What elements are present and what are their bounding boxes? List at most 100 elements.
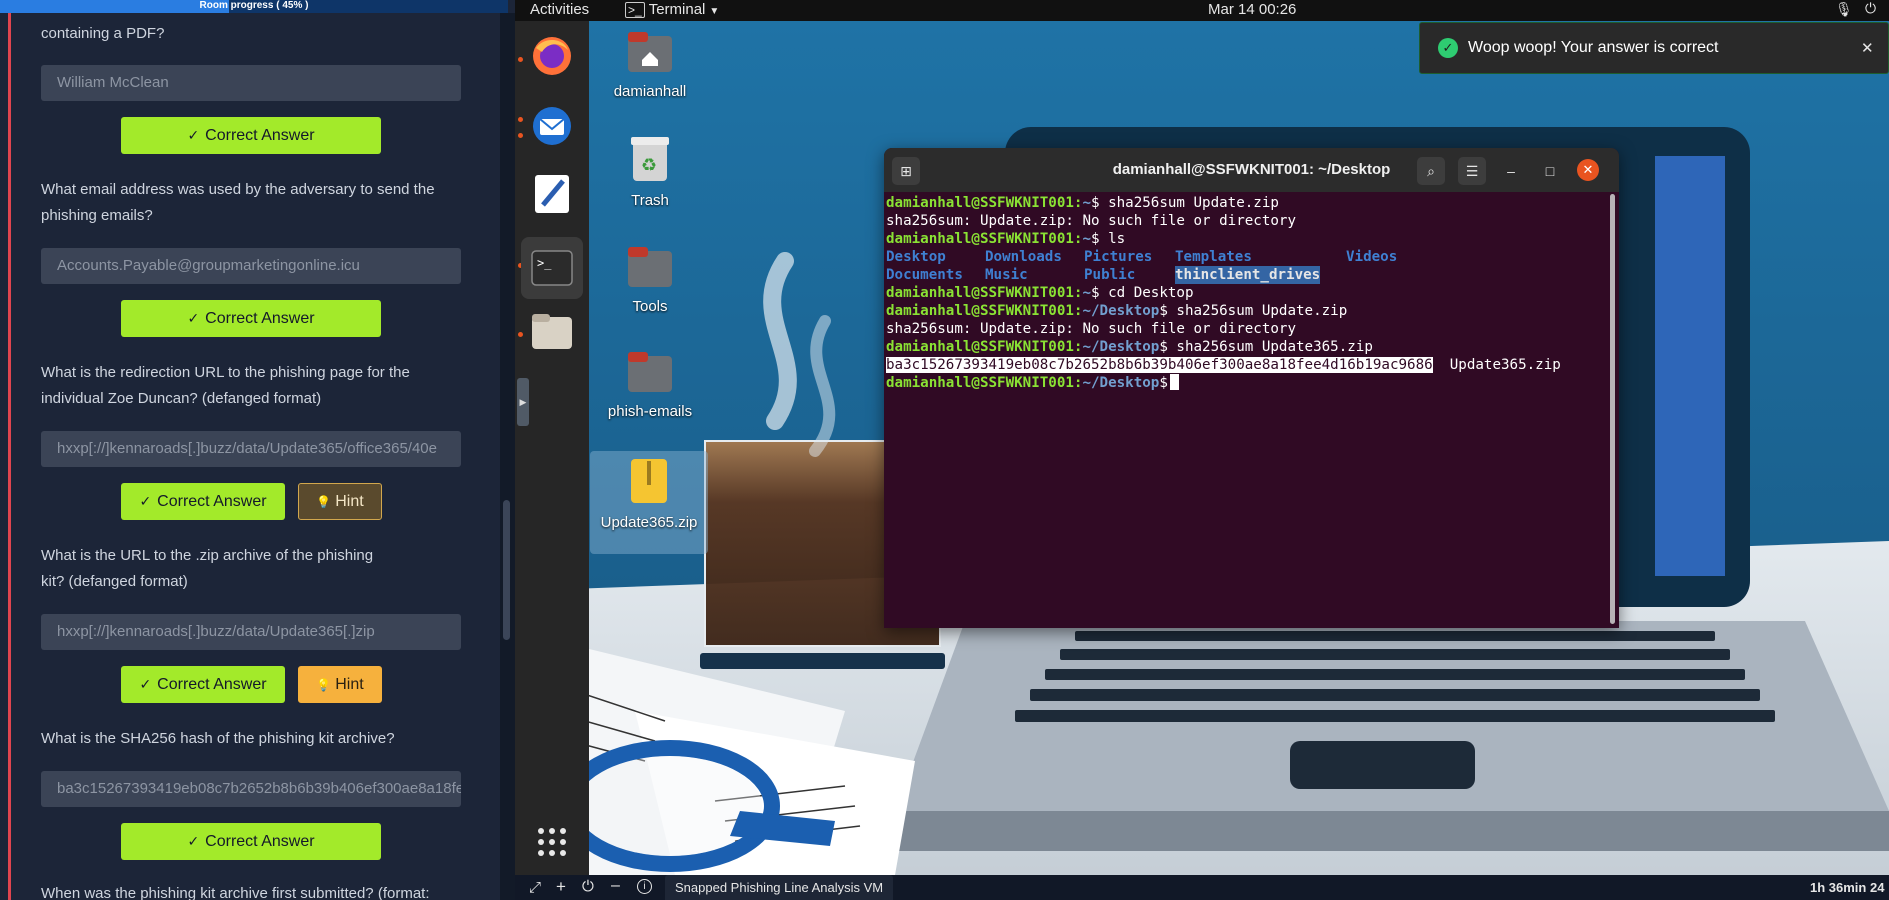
desktop-icon-home[interactable]: damianhall: [600, 30, 700, 100]
clock[interactable]: Mar 14 00:26: [1208, 1, 1296, 18]
mic-icon[interactable]: 🎙: [1835, 1, 1853, 18]
terminal-icon[interactable]: >_: [521, 237, 583, 299]
answer-field[interactable]: William McClean: [41, 65, 461, 101]
terminal-icon: >_: [625, 2, 645, 18]
ls-entry: thinclient_drives: [1175, 266, 1321, 284]
prompt-path: ~: [1082, 195, 1092, 211]
chevron-down-icon: ▼: [709, 6, 720, 17]
panel-scrollbar[interactable]: [500, 13, 515, 900]
command: $ ls: [1091, 231, 1126, 247]
question-text: What is the SHA256 hash of the phishing …: [41, 730, 395, 747]
prompt-path: ~/Desktop: [1082, 375, 1160, 391]
folder-icon: [628, 247, 672, 287]
correct-answer-button[interactable]: ✓ Correct Answer: [121, 823, 381, 860]
desktop-icon-label: phish-emails: [607, 403, 693, 420]
thunderbird-icon[interactable]: [527, 101, 577, 151]
app-menu-label: Terminal: [648, 1, 706, 18]
room-progress-text: Room progress ( 45% ): [199, 0, 309, 11]
answer-field[interactable]: hxxp[://]kennaroads[.]buzz/data/Update36…: [41, 431, 461, 467]
correct-answer-button[interactable]: ✓ Correct Answer: [121, 117, 381, 154]
terminal-scrollbar[interactable]: [1610, 194, 1615, 624]
files-icon[interactable]: [527, 307, 577, 357]
bulb-icon: 💡: [316, 495, 332, 509]
running-indicator: [518, 57, 523, 62]
button-label: Correct Answer: [157, 493, 267, 510]
prompt-user: damianhall@SSFWKNIT001: [886, 285, 1074, 301]
running-indicator: [518, 332, 523, 337]
terminal-window[interactable]: ⊞ damianhall@SSFWKNIT001: ~/Desktop ⌕ ☰ …: [884, 148, 1619, 628]
prompt-path: ~: [1082, 285, 1092, 301]
desktop-icon-label: Update365.zip: [600, 514, 698, 531]
correct-answer-button[interactable]: ✓ Correct Answer: [121, 666, 285, 703]
question-line: What is the URL to the .zip archive of t…: [41, 547, 374, 564]
sha256-hash-output[interactable]: ba3c15267393419eb08c7b2652b8b6b39b406ef3…: [886, 357, 1433, 373]
desktop-icon-tools[interactable]: Tools: [600, 245, 700, 315]
minimize-icon[interactable]: –: [611, 877, 620, 895]
bulb-icon: 💡: [316, 678, 332, 692]
ls-entry: Pictures: [1084, 249, 1153, 265]
vm-label-tab[interactable]: Snapped Phishing Line Analysis VM: [665, 875, 894, 900]
correct-answer-button[interactable]: ✓ Correct Answer: [121, 300, 381, 337]
desktop-icon-phish-emails[interactable]: phish-emails: [600, 350, 700, 420]
terminal-line: sha256sum: Update.zip: No such file or d…: [886, 213, 1296, 229]
hint-button[interactable]: 💡 Hint: [298, 483, 382, 520]
dock-expand-handle[interactable]: ▶: [517, 378, 529, 426]
close-icon[interactable]: ✕: [1577, 159, 1599, 181]
desktop-icon-label: damianhall: [613, 83, 687, 100]
terminal-line: Desktop Downloads Pictures Templates Videos: [886, 248, 1608, 266]
power-icon[interactable]: ⏻: [582, 878, 594, 895]
gnome-top-bar: Activities >_ Terminal ▼ Mar 14 00:26 🎙 ⏻: [515, 0, 1889, 21]
check-icon: ✓: [187, 833, 200, 849]
button-label: Hint: [335, 493, 364, 510]
question-line: phishing emails?: [41, 207, 153, 224]
command: $ sha256sum Update.zip: [1159, 303, 1348, 319]
terminal-line: damianhall@SSFWKNIT001:~/Desktop$ sha256…: [886, 303, 1348, 319]
minimize-icon[interactable]: –: [1497, 157, 1525, 185]
ls-entry: Public: [1084, 267, 1136, 283]
fullscreen-icon[interactable]: ⤢: [529, 879, 541, 896]
text-editor-icon[interactable]: [527, 169, 577, 219]
prompt-path: ~: [1082, 231, 1092, 247]
panel-scroll-thumb[interactable]: [503, 500, 510, 640]
prompt-path: ~/Desktop: [1082, 339, 1160, 355]
zip-icon: [631, 459, 667, 503]
maximize-icon[interactable]: □: [1536, 157, 1564, 185]
firefox-icon[interactable]: [527, 31, 577, 81]
terminal-line: ba3c15267393419eb08c7b2652b8b6b39b406ef3…: [886, 356, 1608, 374]
terminal-output[interactable]: damianhall@SSFWKNIT001:~$ sha256sum Upda…: [886, 194, 1608, 624]
activities-button[interactable]: Activities: [530, 1, 589, 18]
app-menu[interactable]: >_ Terminal ▼: [625, 1, 719, 18]
close-icon[interactable]: ✕: [1861, 39, 1874, 57]
button-label: Hint: [335, 676, 364, 693]
menu-icon[interactable]: ☰: [1458, 157, 1486, 185]
hint-button[interactable]: 💡 Hint: [298, 666, 382, 703]
answer-field[interactable]: Accounts.Payable@groupmarketingonline.ic…: [41, 248, 461, 284]
terminal-line: Documents Music Public thinclient_drives: [886, 266, 1608, 284]
hash-filename: Update365.zip: [1449, 357, 1561, 373]
success-icon: ✓: [1438, 38, 1458, 58]
prompt-user: damianhall@SSFWKNIT001: [886, 195, 1074, 211]
search-icon[interactable]: ⌕: [1417, 157, 1445, 185]
room-progress-bar: Room progress ( 45% ): [0, 0, 508, 13]
terminal-titlebar[interactable]: ⊞ damianhall@SSFWKNIT001: ~/Desktop ⌕ ☰ …: [884, 148, 1619, 192]
vm-screen[interactable]: Activities >_ Terminal ▼ Mar 14 00:26 🎙 ⏻: [515, 0, 1889, 875]
button-label: Correct Answer: [205, 310, 315, 327]
command: $ sha256sum Update.zip: [1091, 195, 1279, 211]
info-icon[interactable]: i: [637, 879, 652, 894]
desktop-icon-trash[interactable]: ♻ Trash: [600, 135, 700, 209]
button-label: Correct Answer: [205, 833, 315, 850]
plus-icon[interactable]: +: [556, 877, 566, 897]
answer-field[interactable]: hxxp[://]kennaroads[.]buzz/data/Update36…: [41, 614, 461, 650]
svg-text:♻: ♻: [641, 155, 657, 175]
prompt-user: damianhall@SSFWKNIT001: [886, 303, 1074, 319]
prompt-user: damianhall@SSFWKNIT001: [886, 375, 1074, 391]
question-text: What is the redirection URL to the phish…: [41, 360, 410, 412]
terminal-line: sha256sum: Update.zip: No such file or d…: [886, 321, 1296, 337]
desktop-icon-update365-zip[interactable]: Update365.zip: [590, 451, 708, 554]
power-icon[interactable]: ⏻: [1865, 0, 1876, 17]
ls-entry: Videos: [1346, 249, 1398, 265]
correct-answer-button[interactable]: ✓ Correct Answer: [121, 483, 285, 520]
app-grid-icon[interactable]: [527, 817, 577, 867]
dock: >_ ▶: [515, 21, 589, 875]
answer-field[interactable]: ba3c15267393419eb08c7b2652b8b6b39b406ef3…: [41, 771, 461, 807]
